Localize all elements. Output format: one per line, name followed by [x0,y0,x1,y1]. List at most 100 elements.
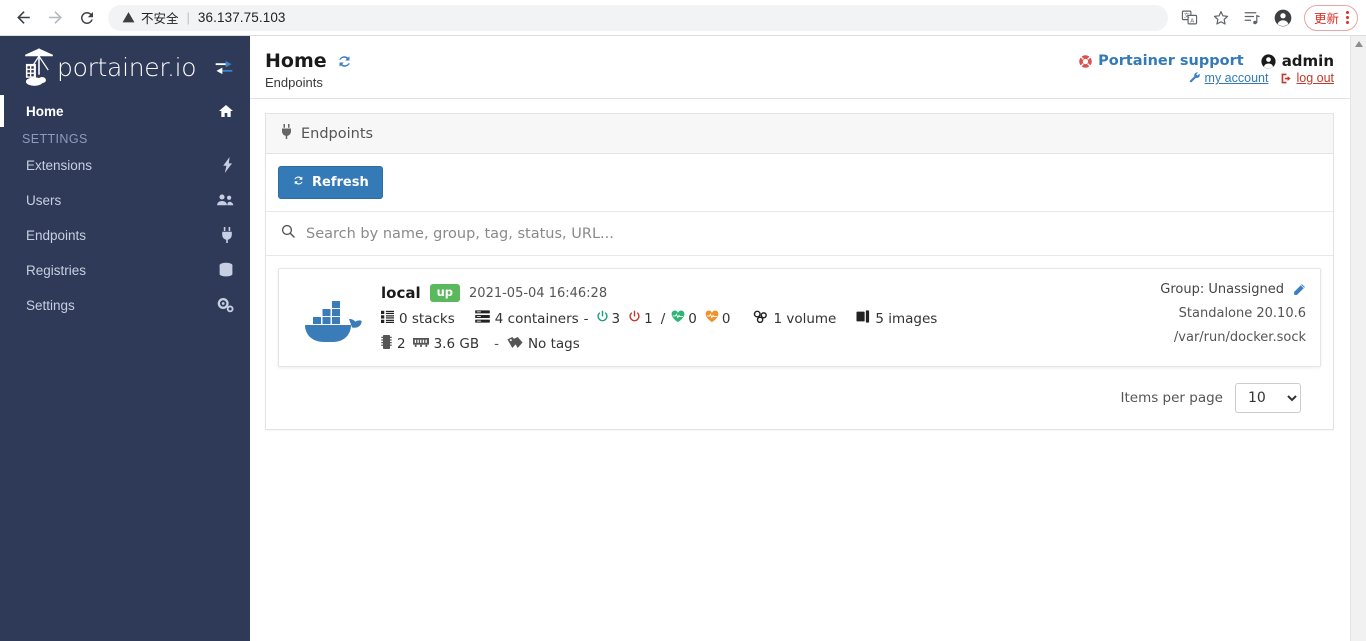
sidebar-item-registries[interactable]: Registries [0,257,250,283]
omnibox-divider: | [186,10,190,25]
volumes-icon [753,310,768,327]
breadcrumb: Endpoints [265,75,323,90]
database-icon [212,262,234,278]
kebab-menu-icon[interactable] [1342,11,1353,24]
running-count: 3 [611,310,621,327]
home-icon [212,103,234,119]
endpoint-group-row: Group: Unassigned [1160,282,1306,297]
docker-whale-icon [289,282,381,353]
star-icon [1213,10,1229,25]
not-secure-icon [122,11,135,24]
sidebar-logo[interactable]: portainer.io [0,36,250,98]
search-row [266,212,1333,256]
sidebar: portainer.io Home SETTINGS Extensions Us… [0,36,250,641]
healthy-count: 0 [688,310,697,327]
sync-icon [338,55,350,67]
browser-toolbar: 不安全 | 36.137.75.103 文 A 更新 [0,0,1366,36]
images-label: 5 images [875,310,938,327]
cpu-icon [381,335,392,353]
unhealthy-containers: 0 [705,310,730,327]
sidebar-item-extensions[interactable]: Extensions [0,152,250,178]
endpoint-timestamp: 2021-05-04 16:46:28 [469,285,608,301]
page-refresh-button[interactable] [336,53,353,70]
images-stat: 5 images [856,310,937,327]
portainer-logo-text: portainer.io [57,52,197,82]
endpoint-socket: /var/run/docker.sock [1173,330,1306,345]
tags-stat: No tags [507,336,580,353]
log-out-link[interactable]: log out [1280,71,1334,85]
reload-button[interactable] [72,3,102,33]
sidebar-item-label: Registries [26,262,87,278]
search-input[interactable] [306,225,1319,242]
bolt-icon [212,157,234,173]
sidebar-item-label: Extensions [26,157,93,173]
scroll-up-button[interactable] [1351,36,1366,52]
sidebar-item-settings[interactable]: Settings [0,292,250,318]
page-scrollbar[interactable] [1350,36,1366,641]
state-separator: / [660,310,666,327]
page-header-right: Portainer support admin my account log o… [1078,50,1366,85]
portainer-support-label: Portainer support [1098,53,1244,69]
bookmark-button[interactable] [1207,4,1235,32]
sidebar-item-label: Endpoints [26,227,87,243]
wrench-icon [1189,71,1200,82]
navigation-buttons [0,3,102,33]
translate-button[interactable]: 文 A [1176,4,1204,32]
reading-list-button[interactable] [1238,4,1266,32]
sidebar-item-endpoints[interactable]: Endpoints [0,222,250,248]
cpu-stat: 2 [381,335,406,353]
back-button[interactable] [8,3,38,33]
images-icon [856,310,870,327]
not-secure-label: 不安全 [141,11,179,26]
edit-endpoint-button[interactable] [1292,283,1306,297]
refresh-button-label: Refresh [312,175,369,190]
sidebar-item-label: Home [26,103,64,119]
endpoint-group-label: Group: Unassigned [1160,282,1284,297]
url-text: 36.137.75.103 [197,10,286,25]
endpoint-list: local up 2021-05-04 16:46:28 0 stacks 4 … [266,256,1333,367]
current-user[interactable]: admin [1260,52,1334,70]
portainer-support-link[interactable]: Portainer support [1078,53,1244,69]
page-header-left: Home Endpoints [265,50,1078,90]
current-user-label: admin [1281,52,1334,70]
translate-icon: 文 A [1182,10,1198,24]
endpoint-card-local[interactable]: local up 2021-05-04 16:46:28 0 stacks 4 … [278,268,1321,367]
tag-icon [507,336,523,353]
header-user-row: Portainer support admin [1078,52,1334,70]
panel-footer: Items per page 10 [266,367,1333,429]
status-badge: up [429,284,461,302]
stacks-icon [381,310,394,327]
svg-text:文: 文 [1184,12,1190,20]
containers-stat: 4 containers - [474,310,589,327]
header-divider [250,98,1366,99]
sidebar-item-home[interactable]: Home [0,95,250,127]
forward-button[interactable] [40,3,70,33]
running-containers: 3 [596,310,621,327]
memory-label: 3.6 GB [433,336,480,352]
endpoint-engine: Standalone 20.10.6 [1178,306,1306,321]
stacks-label: 0 stacks [399,310,455,327]
sidebar-item-users[interactable]: Users [0,187,250,213]
items-per-page-select[interactable]: 10 [1235,383,1301,413]
power-on-icon [596,310,609,327]
stopped-containers: 1 [628,310,653,327]
heartbeat-green-icon [671,310,685,327]
collapse-sidebar-icon[interactable] [214,59,234,76]
back-arrow-icon [16,11,30,24]
my-account-link[interactable]: my account [1189,71,1268,85]
plug-icon [212,227,234,243]
containers-dash: - [583,310,589,327]
stacks-stat: 0 stacks [381,310,455,327]
power-off-icon [628,310,641,327]
address-bar[interactable]: 不安全 | 36.137.75.103 [108,4,1168,31]
refresh-button[interactable]: Refresh [278,166,383,199]
forward-arrow-icon [48,11,62,24]
main-content: Home Endpoints Portainer support admin m… [250,36,1366,641]
user-circle-icon [1261,53,1276,69]
browser-toolbar-actions: 文 A 更新 [1176,4,1366,32]
update-button[interactable]: 更新 [1303,4,1358,31]
volumes-stat: 1 volume [753,310,836,327]
users-icon [212,193,234,207]
resources-dash: - [494,336,499,352]
profile-button[interactable] [1269,4,1297,32]
